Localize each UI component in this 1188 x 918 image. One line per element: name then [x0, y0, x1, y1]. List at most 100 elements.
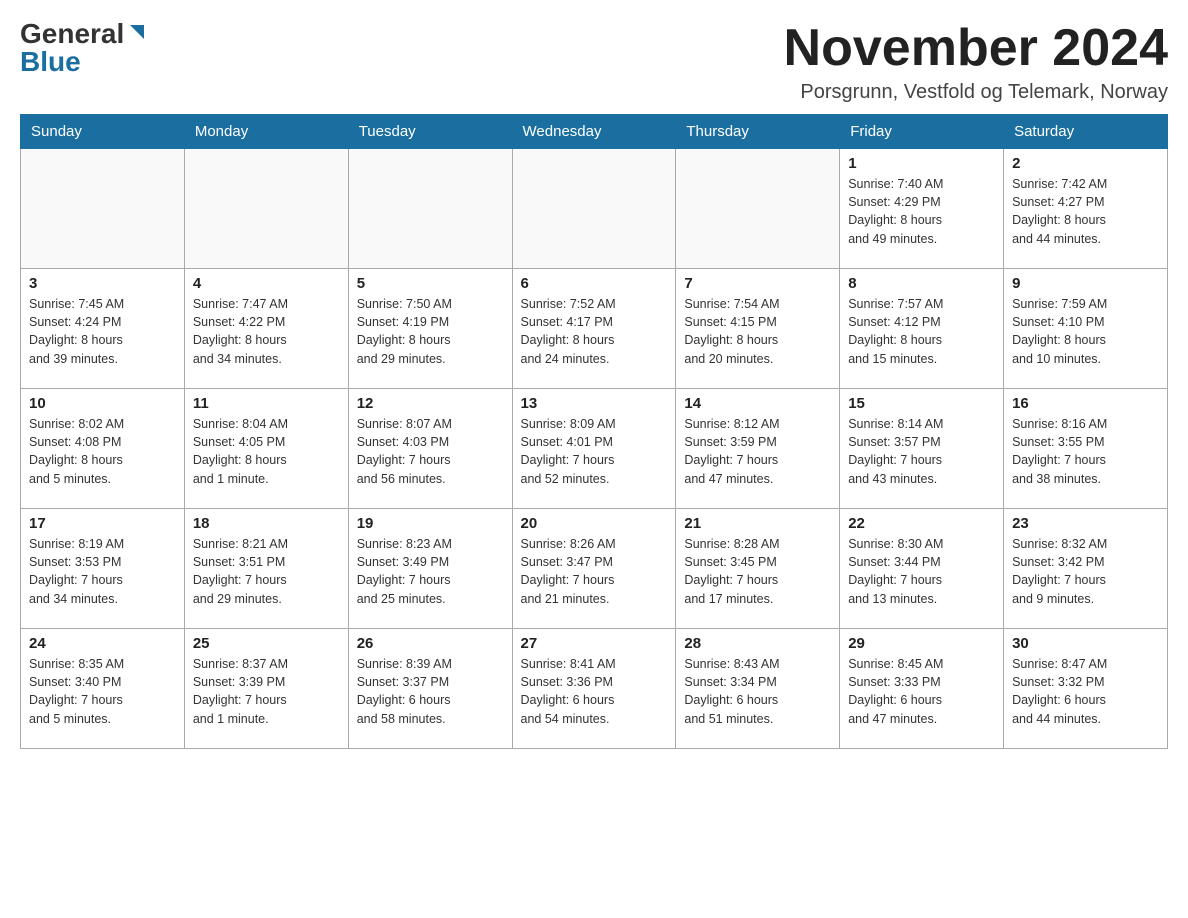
calendar-cell-empty	[184, 149, 348, 269]
day-number: 10	[29, 395, 176, 412]
day-number: 7	[684, 275, 831, 292]
calendar-cell-25: 25 Sunrise: 8:37 AM Sunset: 3:39 PM Dayli…	[184, 629, 348, 749]
logo-general-text: General	[20, 20, 124, 48]
calendar-cell-30: 30 Sunrise: 8:47 AM Sunset: 3:32 PM Dayli…	[1004, 629, 1168, 749]
calendar-cell-17: 17Sunrise: 8:19 AM Sunset: 3:53 PM Dayli…	[21, 509, 185, 629]
day-number: 6	[521, 275, 668, 292]
day-number: 22	[848, 515, 995, 532]
calendar-cell-26: 26 Sunrise: 8:39 AM Sunset: 3:37 PM Dayli…	[348, 629, 512, 749]
day-info: Sunrise: 8:12 AM Sunset: 3:59 PM Dayligh…	[684, 415, 831, 488]
calendar-cell-24: 24 Sunrise: 8:35 AM Sunset: 3:40 PM Dayli…	[21, 629, 185, 749]
title-area: November 2024 Porsgrunn, Vestfold og Tel…	[784, 20, 1168, 104]
calendar-cell-13: 13 Sunrise: 8:09 AM Sunset: 4:01 PM Dayli…	[512, 389, 676, 509]
day-number: 9	[1012, 275, 1159, 292]
calendar-cell-2: 2Sunrise: 7:42 AM Sunset: 4:27 PM Daylig…	[1004, 149, 1168, 269]
day-info: Sunrise: 8:14 AM Sunset: 3:57 PM Dayligh…	[848, 415, 995, 488]
day-info: Sunrise: 8:45 AM Sunset: 3:33 PM Dayligh…	[848, 655, 995, 728]
day-info: Sunrise: 8:09 AM Sunset: 4:01 PM Dayligh…	[521, 415, 668, 488]
day-info: Sunrise: 8:19 AM Sunset: 3:53 PM Dayligh…	[29, 535, 176, 608]
day-number: 11	[193, 395, 340, 412]
day-number: 8	[848, 275, 995, 292]
day-number: 15	[848, 395, 995, 412]
calendar-cell-5: 5Sunrise: 7:50 AM Sunset: 4:19 PM Daylig…	[348, 269, 512, 389]
logo: General Blue	[20, 20, 148, 76]
day-number: 24	[29, 635, 176, 652]
day-number: 30	[1012, 635, 1159, 652]
logo-blue-text: Blue	[20, 48, 81, 76]
calendar-cell-28: 28 Sunrise: 8:43 AM Sunset: 3:34 PM Dayli…	[676, 629, 840, 749]
calendar-cell-23: 23 Sunrise: 8:32 AM Sunset: 3:42 PM Dayli…	[1004, 509, 1168, 629]
weekday-header-monday: Monday	[184, 115, 348, 149]
header: General Blue November 2024 Porsgrunn, Ve…	[20, 20, 1168, 104]
calendar-cell-10: 10 Sunrise: 8:02 AM Sunset: 4:08 PM Dayli…	[21, 389, 185, 509]
day-number: 26	[357, 635, 504, 652]
location-title: Porsgrunn, Vestfold og Telemark, Norway	[784, 81, 1168, 104]
calendar-cell-22: 22 Sunrise: 8:30 AM Sunset: 3:44 PM Dayli…	[840, 509, 1004, 629]
calendar-cell-11: 11 Sunrise: 8:04 AM Sunset: 4:05 PM Dayli…	[184, 389, 348, 509]
day-info: Sunrise: 8:04 AM Sunset: 4:05 PM Dayligh…	[193, 415, 340, 488]
week-row-3: 17Sunrise: 8:19 AM Sunset: 3:53 PM Dayli…	[21, 509, 1168, 629]
day-info: Sunrise: 7:40 AM Sunset: 4:29 PM Dayligh…	[848, 175, 995, 248]
calendar-cell-8: 8 Sunrise: 7:57 AM Sunset: 4:12 PM Daylig…	[840, 269, 1004, 389]
calendar-table: SundayMondayTuesdayWednesdayThursdayFrid…	[20, 114, 1168, 749]
day-info: Sunrise: 8:47 AM Sunset: 3:32 PM Dayligh…	[1012, 655, 1159, 728]
week-row-0: 1 Sunrise: 7:40 AM Sunset: 4:29 PM Daylig…	[21, 149, 1168, 269]
calendar-cell-14: 14 Sunrise: 8:12 AM Sunset: 3:59 PM Dayli…	[676, 389, 840, 509]
logo-arrow-icon	[126, 21, 148, 43]
day-number: 28	[684, 635, 831, 652]
day-info: Sunrise: 8:39 AM Sunset: 3:37 PM Dayligh…	[357, 655, 504, 728]
day-number: 4	[193, 275, 340, 292]
day-number: 20	[521, 515, 668, 532]
day-info: Sunrise: 7:47 AM Sunset: 4:22 PM Dayligh…	[193, 295, 340, 368]
day-number: 16	[1012, 395, 1159, 412]
day-number: 1	[848, 155, 995, 172]
day-info: Sunrise: 8:32 AM Sunset: 3:42 PM Dayligh…	[1012, 535, 1159, 608]
calendar-cell-27: 27 Sunrise: 8:41 AM Sunset: 3:36 PM Dayli…	[512, 629, 676, 749]
calendar-cell-19: 19Sunrise: 8:23 AM Sunset: 3:49 PM Dayli…	[348, 509, 512, 629]
day-number: 14	[684, 395, 831, 412]
day-info: Sunrise: 7:50 AM Sunset: 4:19 PM Dayligh…	[357, 295, 504, 368]
calendar-cell-21: 21 Sunrise: 8:28 AM Sunset: 3:45 PM Dayli…	[676, 509, 840, 629]
day-info: Sunrise: 8:16 AM Sunset: 3:55 PM Dayligh…	[1012, 415, 1159, 488]
day-number: 29	[848, 635, 995, 652]
day-info: Sunrise: 7:42 AM Sunset: 4:27 PM Dayligh…	[1012, 175, 1159, 248]
calendar-cell-empty	[676, 149, 840, 269]
day-info: Sunrise: 8:26 AM Sunset: 3:47 PM Dayligh…	[521, 535, 668, 608]
day-number: 25	[193, 635, 340, 652]
calendar-cell-16: 16 Sunrise: 8:16 AM Sunset: 3:55 PM Dayli…	[1004, 389, 1168, 509]
week-row-2: 10 Sunrise: 8:02 AM Sunset: 4:08 PM Dayli…	[21, 389, 1168, 509]
calendar-cell-empty	[348, 149, 512, 269]
day-info: Sunrise: 8:02 AM Sunset: 4:08 PM Dayligh…	[29, 415, 176, 488]
day-info: Sunrise: 8:35 AM Sunset: 3:40 PM Dayligh…	[29, 655, 176, 728]
calendar-cell-6: 6Sunrise: 7:52 AM Sunset: 4:17 PM Daylig…	[512, 269, 676, 389]
weekday-header-sunday: Sunday	[21, 115, 185, 149]
day-info: Sunrise: 8:07 AM Sunset: 4:03 PM Dayligh…	[357, 415, 504, 488]
day-info: Sunrise: 8:41 AM Sunset: 3:36 PM Dayligh…	[521, 655, 668, 728]
calendar-cell-29: 29 Sunrise: 8:45 AM Sunset: 3:33 PM Dayli…	[840, 629, 1004, 749]
day-info: Sunrise: 8:43 AM Sunset: 3:34 PM Dayligh…	[684, 655, 831, 728]
calendar-cell-empty	[21, 149, 185, 269]
day-info: Sunrise: 7:57 AM Sunset: 4:12 PM Dayligh…	[848, 295, 995, 368]
calendar-header-row: SundayMondayTuesdayWednesdayThursdayFrid…	[21, 115, 1168, 149]
calendar-cell-12: 12Sunrise: 8:07 AM Sunset: 4:03 PM Dayli…	[348, 389, 512, 509]
weekday-header-tuesday: Tuesday	[348, 115, 512, 149]
day-info: Sunrise: 8:30 AM Sunset: 3:44 PM Dayligh…	[848, 535, 995, 608]
day-number: 27	[521, 635, 668, 652]
week-row-1: 3Sunrise: 7:45 AM Sunset: 4:24 PM Daylig…	[21, 269, 1168, 389]
day-info: Sunrise: 8:37 AM Sunset: 3:39 PM Dayligh…	[193, 655, 340, 728]
day-info: Sunrise: 7:59 AM Sunset: 4:10 PM Dayligh…	[1012, 295, 1159, 368]
calendar-cell-15: 15 Sunrise: 8:14 AM Sunset: 3:57 PM Dayli…	[840, 389, 1004, 509]
day-number: 23	[1012, 515, 1159, 532]
month-title: November 2024	[784, 20, 1168, 77]
calendar-cell-4: 4 Sunrise: 7:47 AM Sunset: 4:22 PM Daylig…	[184, 269, 348, 389]
day-info: Sunrise: 8:28 AM Sunset: 3:45 PM Dayligh…	[684, 535, 831, 608]
day-info: Sunrise: 7:45 AM Sunset: 4:24 PM Dayligh…	[29, 295, 176, 368]
day-info: Sunrise: 8:23 AM Sunset: 3:49 PM Dayligh…	[357, 535, 504, 608]
day-number: 21	[684, 515, 831, 532]
calendar-cell-3: 3Sunrise: 7:45 AM Sunset: 4:24 PM Daylig…	[21, 269, 185, 389]
calendar-cell-7: 7Sunrise: 7:54 AM Sunset: 4:15 PM Daylig…	[676, 269, 840, 389]
day-number: 13	[521, 395, 668, 412]
calendar-cell-1: 1 Sunrise: 7:40 AM Sunset: 4:29 PM Daylig…	[840, 149, 1004, 269]
calendar-cell-empty	[512, 149, 676, 269]
calendar-cell-18: 18Sunrise: 8:21 AM Sunset: 3:51 PM Dayli…	[184, 509, 348, 629]
